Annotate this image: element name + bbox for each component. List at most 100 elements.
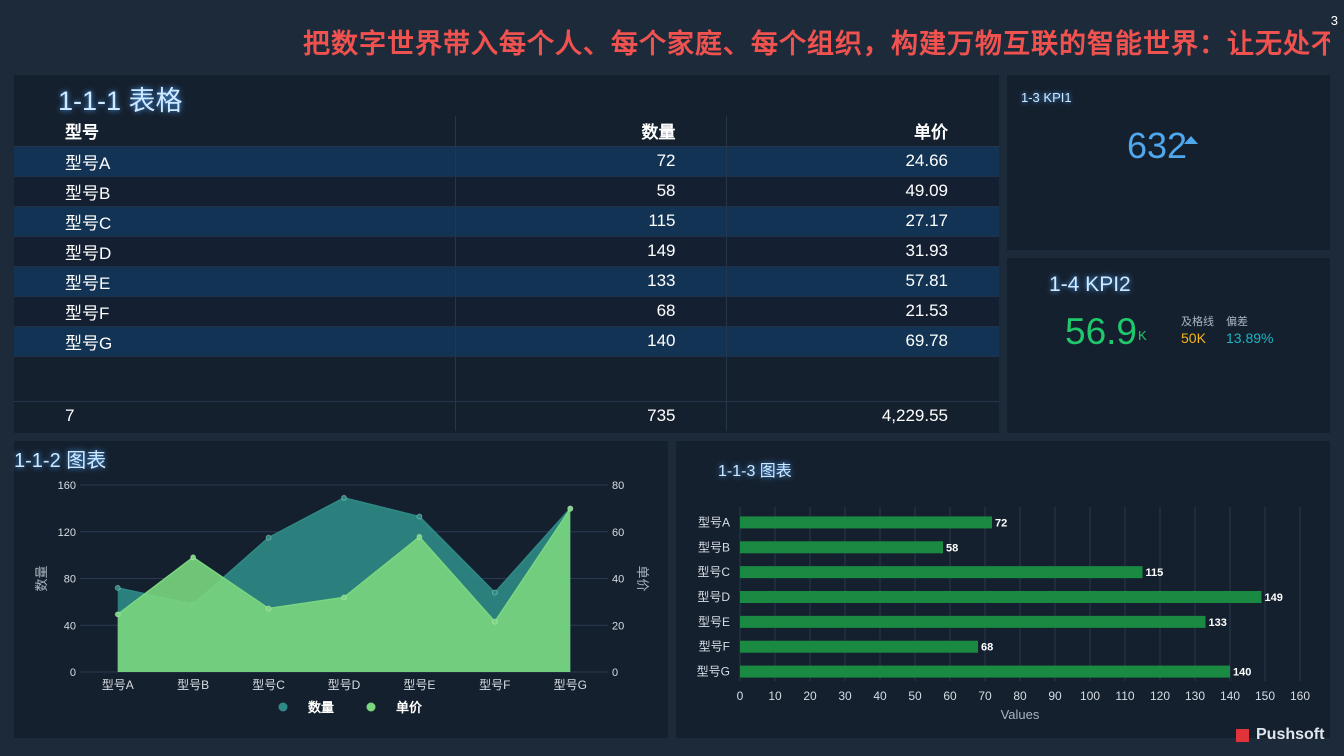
- data-point[interactable]: [416, 513, 423, 520]
- kpi2-panel: 1-4 KPI2 56.9 K 及格线 偏差 50K 13.89%: [1007, 258, 1330, 433]
- cell-quantity: 133: [455, 266, 727, 297]
- bar[interactable]: [740, 566, 1143, 579]
- legend-marker-icon[interactable]: [366, 702, 376, 712]
- table-row[interactable]: 型号F 68 21.53: [14, 296, 999, 327]
- y-tick-label: 型号C: [697, 565, 730, 579]
- x-tick-label: 型号F: [479, 678, 510, 692]
- header-price[interactable]: 单价: [726, 116, 999, 147]
- header-model[interactable]: 型号: [14, 116, 456, 147]
- table-row[interactable]: 型号A 72 24.66: [14, 146, 999, 177]
- x-tick-label: 10: [768, 689, 782, 703]
- data-point[interactable]: [491, 618, 498, 625]
- data-label: 140: [1233, 667, 1251, 679]
- bar[interactable]: [740, 640, 978, 653]
- cell-model: 型号F: [14, 296, 456, 327]
- data-point[interactable]: [341, 594, 347, 601]
- bar[interactable]: [740, 591, 1262, 603]
- x-tick-label: 160: [1290, 689, 1310, 703]
- table-row[interactable]: 型号E 133 57.81: [14, 266, 999, 297]
- page-number: 3: [1330, 13, 1338, 28]
- x-tick-label: 110: [1115, 689, 1134, 703]
- x-axis-label: Values: [1001, 707, 1040, 722]
- x-tick-label: 20: [803, 689, 817, 703]
- bar[interactable]: [740, 516, 992, 529]
- x-tick-label: 100: [1080, 689, 1100, 703]
- cell-quantity: 149: [455, 236, 727, 267]
- x-tick-label: 150: [1255, 689, 1275, 703]
- x-tick-label: 50: [908, 689, 922, 703]
- x-tick-label: 140: [1220, 689, 1240, 703]
- data-point[interactable]: [491, 589, 498, 596]
- x-tick-label: 型号G: [554, 678, 587, 692]
- marquee-text: 把数字世界带入每个人、每个家庭、每个组织，构建万物互联的智能世界：让无处不: [303, 29, 1330, 59]
- y-tick-label: 0: [70, 667, 76, 679]
- cell-model: 型号E: [14, 266, 456, 297]
- data-point[interactable]: [567, 505, 574, 512]
- data-label: 149: [1265, 592, 1283, 604]
- table-empty-row: [14, 356, 999, 402]
- table-row[interactable]: 型号B 58 49.09: [14, 176, 999, 207]
- cell-quantity: 58: [455, 176, 727, 207]
- data-point[interactable]: [416, 533, 423, 540]
- table-row[interactable]: 型号D 149 31.93: [14, 236, 999, 267]
- legend-label[interactable]: 单价: [396, 700, 423, 715]
- x-tick-label: 120: [1150, 689, 1170, 703]
- data-point[interactable]: [114, 584, 121, 591]
- table-row[interactable]: 型号G 140 69.78: [14, 326, 999, 357]
- cell-model: 型号B: [14, 176, 456, 207]
- x-tick-label: 80: [1013, 689, 1027, 703]
- bar-chart-panel: 1-1-3 图表 0 10 20 30 40 50 60 70 80 90 100 110 120 130…: [676, 441, 1330, 738]
- footer-price-sum: 4,229.55: [881, 406, 948, 426]
- bar[interactable]: [740, 665, 1230, 678]
- cell-quantity: 68: [455, 296, 727, 327]
- y2-axis-label: 单价: [635, 565, 650, 591]
- x-tick-label: 130: [1185, 689, 1205, 703]
- bar[interactable]: [740, 615, 1206, 628]
- table-header-row: 型号 数量 单价: [14, 116, 999, 147]
- y-tick-label: 120: [58, 527, 76, 539]
- data-point[interactable]: [341, 494, 347, 501]
- marquee-banner: 把数字世界带入每个人、每个家庭、每个组织，构建万物互联的智能世界：让无处不: [0, 0, 1330, 72]
- cell-model: 型号D: [14, 236, 456, 267]
- x-tick-label: 型号B: [177, 678, 209, 692]
- data-label: 72: [995, 517, 1007, 529]
- header-quantity[interactable]: 数量: [455, 116, 727, 147]
- y-tick-label: 型号E: [698, 615, 730, 629]
- data-label: 58: [946, 542, 958, 554]
- area-chart: 04080120160020406080数量 单价型号A 型号B 型号C 型号D 型号E 型…: [34, 480, 650, 715]
- y2-tick-label: 40: [612, 574, 624, 586]
- cell-price: 27.17: [726, 206, 999, 237]
- table-row[interactable]: 型号C 115 27.17: [14, 206, 999, 237]
- legend-label[interactable]: 数量: [308, 700, 334, 715]
- y-tick-label: 80: [64, 574, 76, 586]
- data-label: 68: [981, 642, 993, 654]
- x-tick-label: 90: [1048, 689, 1062, 703]
- data-point[interactable]: [190, 554, 197, 561]
- cell-model: 型号G: [14, 326, 456, 357]
- data-point[interactable]: [265, 534, 272, 541]
- kpi1-value: 632: [1127, 125, 1188, 166]
- y2-tick-label: 60: [612, 527, 624, 539]
- cell-price: 57.81: [726, 266, 999, 297]
- empty-cell: [14, 356, 456, 402]
- y-tick-label: 40: [64, 620, 76, 632]
- cell-quantity: 115: [455, 206, 727, 237]
- legend-marker-icon[interactable]: [278, 702, 288, 712]
- cell-model: 型号C: [14, 206, 456, 237]
- kpi2-title: 1-4 KPI2: [1049, 273, 1131, 296]
- data-point[interactable]: [265, 605, 272, 612]
- cell-price: 24.66: [726, 146, 999, 177]
- data-label: 115: [1146, 567, 1164, 579]
- y-tick-label: 型号D: [697, 590, 730, 604]
- x-tick-label: 型号D: [328, 678, 361, 692]
- kpi2-unit: K: [1138, 328, 1147, 343]
- footer-count: 7: [14, 401, 456, 431]
- x-tick-label: 40: [873, 689, 887, 703]
- bar[interactable]: [740, 541, 943, 554]
- deviation-value: 13.89%: [1226, 330, 1274, 346]
- y2-tick-label: 80: [612, 480, 624, 492]
- bar-chart: 0 10 20 30 40 50 60 70 80 90 100 110 120 130 140 150 160…: [697, 507, 1310, 722]
- data-point[interactable]: [114, 611, 121, 618]
- brand-name: Pushsoft: [1256, 726, 1325, 743]
- x-tick-label: 60: [943, 689, 957, 703]
